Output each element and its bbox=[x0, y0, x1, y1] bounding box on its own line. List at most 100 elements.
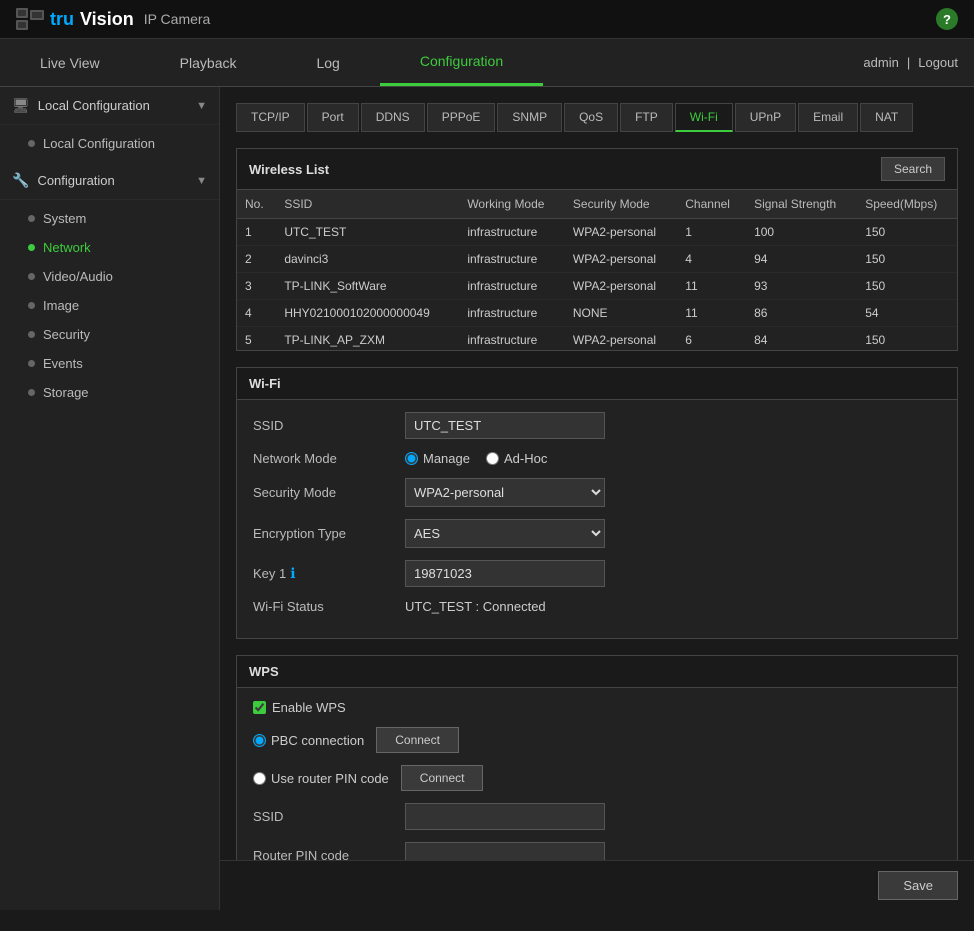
wps-enable-checkbox[interactable] bbox=[253, 701, 266, 714]
table-row[interactable]: 4HHY021000102000000049infrastructureNONE… bbox=[237, 300, 957, 327]
nav-log[interactable]: Log bbox=[276, 41, 379, 85]
wireless-table-scroll[interactable]: No. SSID Working Mode Security Mode Chan… bbox=[237, 190, 957, 350]
col-security-mode: Security Mode bbox=[565, 190, 677, 219]
wifi-encryption-select[interactable]: AES TKIP bbox=[405, 519, 605, 548]
tab-tcp-ip[interactable]: TCP/IP bbox=[236, 103, 305, 132]
sidebar-dot bbox=[28, 302, 35, 309]
tab-pppoe[interactable]: PPPoE bbox=[427, 103, 496, 132]
save-button[interactable]: Save bbox=[878, 871, 958, 900]
wps-enable-label: Enable WPS bbox=[272, 700, 346, 715]
wifi-manage-option[interactable]: Manage bbox=[405, 451, 470, 466]
main-layout: 🖥 Local Configuration ▼ Local Configurat… bbox=[0, 87, 974, 910]
wifi-network-mode-group: Manage Ad-Hoc bbox=[405, 451, 547, 466]
sidebar-section-config: 🔧 Configuration ▼ System Network Video/A… bbox=[0, 162, 219, 411]
table-cell-security_mode: NONE bbox=[565, 300, 677, 327]
tab-port[interactable]: Port bbox=[307, 103, 359, 132]
table-cell-speed: 54 bbox=[857, 300, 957, 327]
wifi-encryption-label: Encryption Type bbox=[253, 526, 393, 541]
wps-router-pin-input[interactable] bbox=[405, 842, 605, 860]
table-cell-ssid: UTC_TEST bbox=[276, 219, 459, 246]
sidebar-item-events[interactable]: Events bbox=[0, 349, 219, 378]
search-button[interactable]: Search bbox=[881, 157, 945, 181]
wifi-adhoc-option[interactable]: Ad-Hoc bbox=[486, 451, 547, 466]
table-cell-no: 2 bbox=[237, 246, 276, 273]
sidebar-item-system[interactable]: System bbox=[0, 204, 219, 233]
header: truVision IP Camera ? bbox=[0, 0, 974, 39]
wps-panel: WPS Enable WPS PBC connection Connect bbox=[236, 655, 958, 860]
tab-upnp[interactable]: UPnP bbox=[735, 103, 796, 132]
sidebar-item-network[interactable]: Network bbox=[0, 233, 219, 262]
sidebar-header-config[interactable]: 🔧 Configuration ▼ bbox=[0, 162, 219, 200]
wifi-network-mode-label: Network Mode bbox=[253, 451, 393, 466]
sidebar-item-label: System bbox=[43, 211, 86, 226]
table-cell-ssid: TP-LINK_AP_ZXM bbox=[276, 327, 459, 351]
tab-wifi[interactable]: Wi-Fi bbox=[675, 103, 733, 132]
table-cell-ssid: TP-LINK_SoftWare bbox=[276, 273, 459, 300]
table-cell-signal: 94 bbox=[746, 246, 857, 273]
table-cell-signal: 100 bbox=[746, 219, 857, 246]
table-row[interactable]: 5TP-LINK_AP_ZXMinfrastructureWPA2-person… bbox=[237, 327, 957, 351]
sidebar-dot bbox=[28, 331, 35, 338]
tab-qos[interactable]: QoS bbox=[564, 103, 618, 132]
sidebar-item-video-audio[interactable]: Video/Audio bbox=[0, 262, 219, 291]
tab-ftp[interactable]: FTP bbox=[620, 103, 673, 132]
wifi-key1-row: Key 1 ℹ bbox=[253, 560, 941, 587]
table-cell-no: 3 bbox=[237, 273, 276, 300]
col-signal: Signal Strength bbox=[746, 190, 857, 219]
wps-pin-router-connect-button[interactable]: Connect bbox=[401, 765, 484, 791]
wps-pbc-radio[interactable] bbox=[253, 734, 266, 747]
sidebar-item-local-configuration[interactable]: Local Configuration bbox=[0, 129, 219, 158]
wps-pbc-option[interactable]: PBC connection bbox=[253, 733, 364, 748]
wifi-security-mode-select[interactable]: WPA2-personal WPA-personal WEP NONE bbox=[405, 478, 605, 507]
wireless-list-header: Wireless List Search bbox=[237, 149, 957, 190]
sidebar-config-arrow: ▼ bbox=[196, 175, 207, 187]
sidebar-item-storage[interactable]: Storage bbox=[0, 378, 219, 407]
nav-separator: | bbox=[907, 55, 910, 70]
wireless-list-panel: Wireless List Search No. SSID Working Mo… bbox=[236, 148, 958, 351]
wps-pbc-connect-button[interactable]: Connect bbox=[376, 727, 459, 753]
sidebar-item-label: Storage bbox=[43, 385, 89, 400]
wifi-adhoc-radio[interactable] bbox=[486, 452, 499, 465]
wifi-manage-radio[interactable] bbox=[405, 452, 418, 465]
table-cell-channel: 4 bbox=[677, 246, 746, 273]
info-icon: ℹ bbox=[290, 565, 295, 582]
sidebar-local-icon: 🖥 bbox=[12, 97, 30, 114]
tab-email[interactable]: Email bbox=[798, 103, 858, 132]
nav-logout[interactable]: Logout bbox=[918, 55, 958, 70]
wps-ssid-input[interactable] bbox=[405, 803, 605, 830]
table-cell-channel: 6 bbox=[677, 327, 746, 351]
sidebar-item-security[interactable]: Security bbox=[0, 320, 219, 349]
nav-playback[interactable]: Playback bbox=[140, 41, 277, 85]
tab-nat[interactable]: NAT bbox=[860, 103, 913, 132]
scrollable-content: TCP/IP Port DDNS PPPoE SNMP QoS FTP Wi-F… bbox=[220, 87, 974, 860]
col-channel: Channel bbox=[677, 190, 746, 219]
wifi-ssid-row: SSID bbox=[253, 412, 941, 439]
table-row[interactable]: 1UTC_TESTinfrastructureWPA2-personal1100… bbox=[237, 219, 957, 246]
sidebar-local-arrow: ▼ bbox=[196, 100, 207, 112]
wps-pin-router-option[interactable]: Use router PIN code bbox=[253, 771, 389, 786]
nav-configuration[interactable]: Configuration bbox=[380, 39, 543, 86]
tab-ddns[interactable]: DDNS bbox=[361, 103, 425, 132]
table-cell-working_mode: infrastructure bbox=[459, 246, 565, 273]
col-working-mode: Working Mode bbox=[459, 190, 565, 219]
wifi-key1-label: Key 1 ℹ bbox=[253, 565, 393, 582]
wps-enable-row: Enable WPS bbox=[253, 700, 941, 715]
help-button[interactable]: ? bbox=[936, 8, 958, 30]
table-row[interactable]: 2davinci3infrastructureWPA2-personal4941… bbox=[237, 246, 957, 273]
wps-pin-router-radio[interactable] bbox=[253, 772, 266, 785]
sidebar-header-local-config[interactable]: 🖥 Local Configuration ▼ bbox=[0, 87, 219, 125]
wifi-ssid-input[interactable] bbox=[405, 412, 605, 439]
table-cell-working_mode: infrastructure bbox=[459, 300, 565, 327]
sidebar-item-image[interactable]: Image bbox=[0, 291, 219, 320]
sidebar-config-label: Configuration bbox=[37, 173, 114, 188]
wifi-security-mode-row: Security Mode WPA2-personal WPA-personal… bbox=[253, 478, 941, 507]
brand-tru: tru bbox=[50, 9, 74, 30]
table-row[interactable]: 3TP-LINK_SoftWareinfrastructureWPA2-pers… bbox=[237, 273, 957, 300]
tab-snmp[interactable]: SNMP bbox=[497, 103, 562, 132]
sidebar-section-local: 🖥 Local Configuration ▼ Local Configurat… bbox=[0, 87, 219, 162]
wifi-key1-input[interactable] bbox=[405, 560, 605, 587]
table-cell-working_mode: infrastructure bbox=[459, 327, 565, 351]
wifi-status-value: UTC_TEST : Connected bbox=[405, 599, 546, 614]
nav-live-view[interactable]: Live View bbox=[0, 41, 140, 85]
wps-ssid-row: SSID bbox=[253, 803, 941, 830]
